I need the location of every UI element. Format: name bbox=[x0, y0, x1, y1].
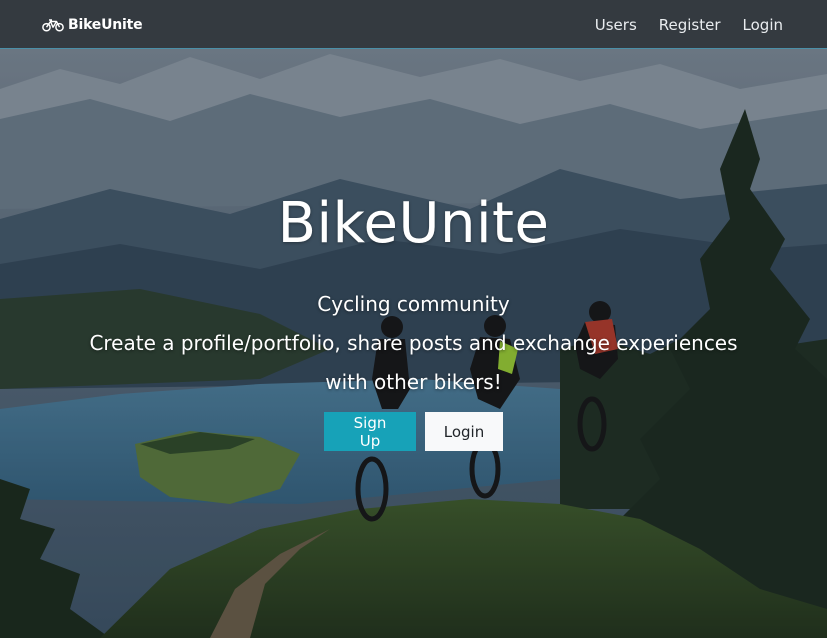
hero-title: BikeUnite bbox=[277, 191, 550, 256]
nav-link-register[interactable]: Register bbox=[659, 16, 721, 34]
signup-button[interactable]: Sign Up bbox=[324, 412, 416, 451]
hero-subtitle-line: with other bikers! bbox=[325, 370, 502, 394]
hero-subtitle: Cycling community Create a profile/portf… bbox=[0, 285, 827, 402]
brand-name: BikeUnite bbox=[68, 17, 143, 33]
nav-link-users[interactable]: Users bbox=[595, 16, 637, 34]
hero-subtitle-line: Cycling community bbox=[317, 292, 510, 316]
hero-buttons: Sign Up Login bbox=[0, 412, 827, 451]
brand-link[interactable]: BikeUnite bbox=[42, 15, 143, 35]
bicycle-icon bbox=[42, 19, 64, 32]
nav-link-login[interactable]: Login bbox=[743, 16, 783, 34]
login-button[interactable]: Login bbox=[425, 412, 503, 451]
hero-subtitle-line: Create a profile/portfolio, share posts … bbox=[89, 331, 738, 355]
nav-links: Users Register Login bbox=[573, 0, 783, 49]
page: BikeUnite Users Register Login BikeUnite… bbox=[0, 0, 827, 638]
navbar: BikeUnite Users Register Login bbox=[0, 0, 827, 49]
hero-section: BikeUnite Cycling community Create a pro… bbox=[0, 49, 827, 638]
